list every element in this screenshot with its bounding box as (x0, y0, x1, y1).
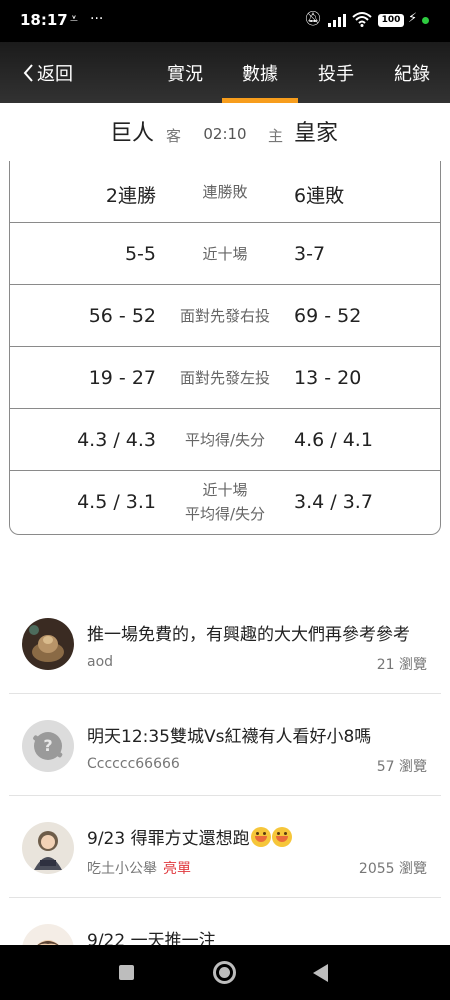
post-views: 57 瀏覽 (376, 759, 427, 775)
game-time: 02:10 (203, 125, 247, 143)
recent-apps-button[interactable] (119, 965, 134, 980)
back-button[interactable]: 返回 (22, 60, 73, 86)
download-done-icon: ⩡ (70, 11, 78, 27)
chevron-left-icon (23, 64, 33, 82)
svg-text:?: ? (43, 736, 52, 755)
post-title: 推一場免費的，有興趣的大大們再參考參考 (87, 625, 410, 645)
system-nav-bar (0, 945, 450, 1000)
battery-icon: 100 (378, 14, 404, 27)
charging-icon: ⚡ (408, 11, 418, 26)
status-bar: 18:17 ⩡ ··· 🔕︎ 100 ⚡ (0, 0, 450, 42)
matchup-header: 巨人 客 02:10 主 皇家 (0, 103, 450, 161)
stat-label-line1: 近十場 (202, 481, 248, 499)
home-value: 6連敗 (294, 185, 345, 207)
away-value: 5-5 (124, 243, 156, 265)
home-value: 4.6 / 4.1 (294, 429, 373, 451)
home-value: 3.4 / 3.7 (294, 491, 373, 513)
away-value: 2連勝 (105, 185, 156, 207)
tab-live[interactable]: 實況 (150, 60, 220, 86)
stat-label: 面對先發左投 (179, 369, 270, 387)
list-item[interactable]: ? 明天12:35雙城Vs紅襪有人看好小8嗎 Cccccc66666 57 瀏覽 (0, 694, 450, 796)
tab-records[interactable]: 紀錄 (377, 60, 447, 86)
stats-row-last-ten: 5-5 近十場 3-7 (10, 223, 440, 285)
top-nav-bar: 返回 實況 數據 投手 紀錄 (0, 42, 450, 103)
home-value: 3-7 (294, 243, 326, 265)
back-label: 返回 (37, 64, 73, 85)
away-value: 56 - 52 (88, 305, 156, 327)
away-value: 4.3 / 4.3 (77, 429, 156, 451)
home-button[interactable] (213, 961, 236, 984)
tab-stats[interactable]: 數據 (225, 60, 295, 86)
signal-icon (328, 14, 348, 27)
stat-label: 面對先發右投 (179, 307, 270, 325)
stat-label: 平均得/失分 (184, 431, 266, 449)
avatar-placeholder-icon: ? (22, 720, 74, 772)
mute-icon: 🔕︎ (304, 11, 322, 27)
stats-row-avg-runs: 4.3 / 4.3 平均得/失分 4.6 / 4.1 (10, 409, 440, 471)
away-tag: 客 (166, 127, 182, 145)
post-author: 吃土小公舉 (87, 861, 157, 877)
post-title: 明天12:35雙城Vs紅襪有人看好小8嗎 (87, 727, 372, 747)
system-back-button[interactable] (313, 964, 328, 982)
home-tag: 主 (268, 127, 284, 145)
home-value: 69 - 52 (294, 305, 362, 327)
post-author-line: 吃土小公舉 亮單 (87, 858, 191, 878)
grin-emoji-icon (271, 827, 292, 847)
active-dot-icon (422, 17, 429, 24)
post-views: 2055 瀏覽 (358, 861, 427, 877)
post-title-text: 9/23 得罪方丈還想跑 (87, 829, 250, 849)
wifi-icon (352, 12, 372, 27)
stats-row-last-ten-avg-runs: 4.5 / 3.1 近十場 平均得/失分 3.4 / 3.7 (10, 471, 440, 533)
status-badge: 亮單 (163, 861, 191, 877)
post-author: aod (87, 654, 114, 670)
home-value: 13 - 20 (294, 367, 362, 389)
stat-label: 連勝敗 (202, 183, 248, 201)
stats-row-vs-rhp: 56 - 52 面對先發右投 69 - 52 (10, 285, 440, 347)
home-team-name: 皇家 (294, 121, 339, 146)
post-views: 21 瀏覽 (376, 657, 427, 673)
stats-row-streak: 2連勝 連勝敗 6連敗 (10, 161, 440, 223)
avatar (22, 618, 74, 670)
more-dots-icon: ··· (90, 11, 104, 27)
status-time: 18:17 (20, 11, 68, 29)
away-value: 4.5 / 3.1 (77, 491, 156, 513)
away-value: 19 - 27 (88, 367, 156, 389)
post-author: Cccccc66666 (87, 756, 180, 772)
list-item[interactable]: 9/23 得罪方丈還想跑 吃土小公舉 亮單 2055 瀏覽 (0, 796, 450, 898)
stat-label-line2: 平均得/失分 (184, 505, 266, 523)
stats-row-vs-lhp: 19 - 27 面對先發左投 13 - 20 (10, 347, 440, 409)
stats-table: 2連勝 連勝敗 6連敗 5-5 近十場 3-7 56 - 52 面對先發右投 6… (9, 161, 441, 535)
tab-pitchers[interactable]: 投手 (301, 60, 371, 86)
list-item[interactable]: 推一場免費的，有興趣的大大們再參考參考 aod 21 瀏覽 (0, 592, 450, 694)
grin-emoji-icon (250, 827, 271, 847)
stat-label: 近十場 (202, 245, 248, 263)
post-title: 9/23 得罪方丈還想跑 (87, 824, 427, 849)
away-team-name: 巨人 (110, 121, 155, 146)
avatar (22, 822, 74, 874)
